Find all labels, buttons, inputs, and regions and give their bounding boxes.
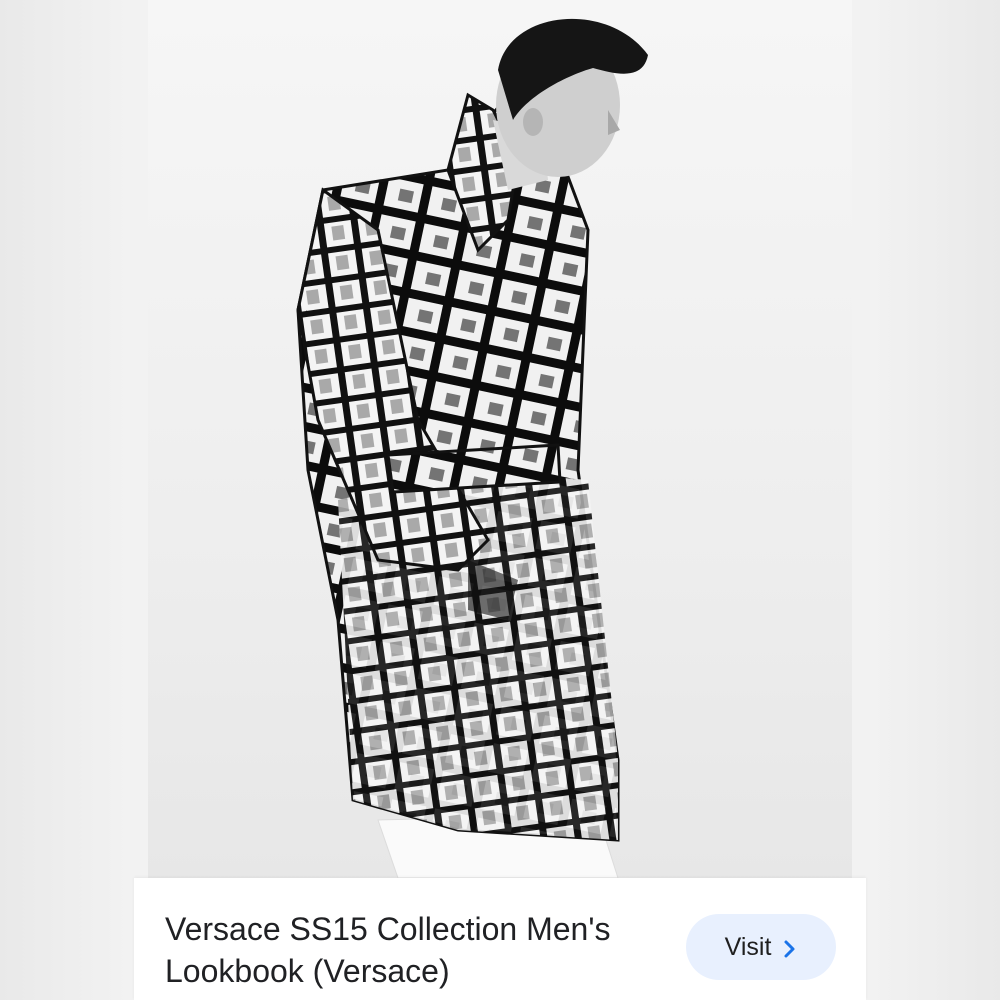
visit-button[interactable]: Visit [686,914,836,980]
result-info-card: Versace SS15 Collection Men's Lookbook (… [134,878,866,1000]
result-title[interactable]: Versace SS15 Collection Men's Lookbook (… [165,908,665,992]
image-viewer-screen: Versace SS15 Collection Men's Lookbook (… [0,0,1000,1000]
model-photo-illustration [296,18,648,878]
result-image[interactable] [148,0,852,878]
visit-button-label: Visit [724,932,772,961]
chevron-right-icon [783,937,797,958]
